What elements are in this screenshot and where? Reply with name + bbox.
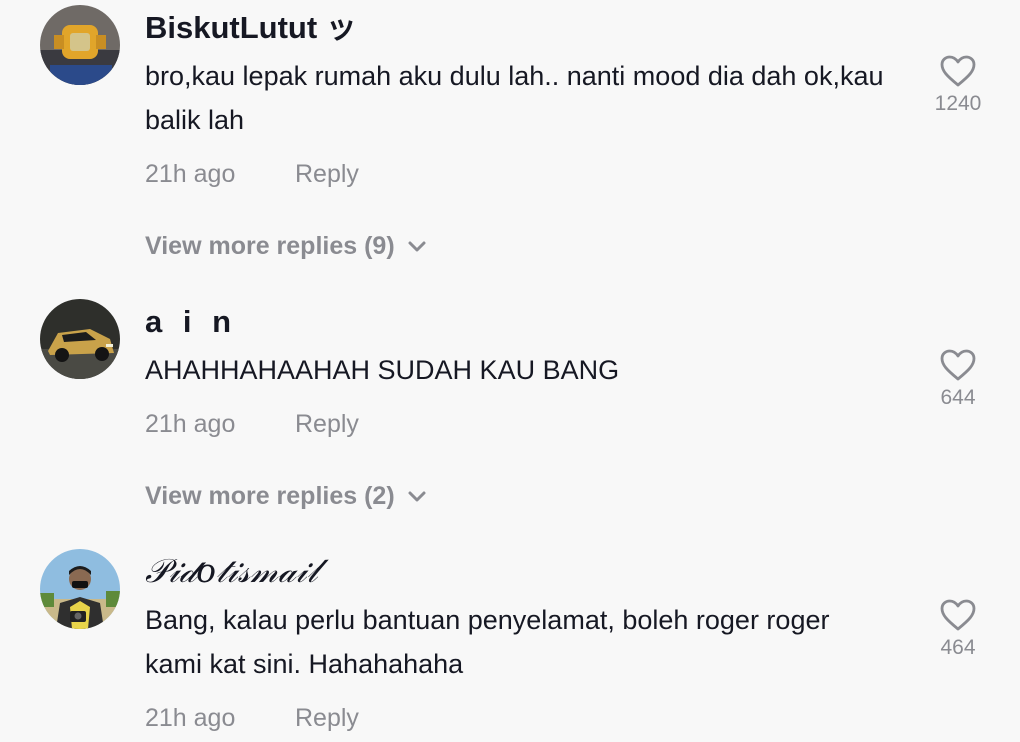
heart-icon xyxy=(940,599,976,631)
timestamp: 21h ago xyxy=(145,160,236,188)
username[interactable]: 𝒫𝒾𝒹𝑜𝓉𝒾𝓈𝓂𝒶𝒾𝓁 xyxy=(145,551,318,591)
view-more-replies-label: View more replies (2) xyxy=(145,482,395,510)
person-camera-avatar-icon xyxy=(40,549,120,629)
comment-list: BiskutLutut ッ bro,kau lepak rumah aku du… xyxy=(0,0,1020,742)
like-count: 464 xyxy=(940,636,976,659)
car-avatar-icon xyxy=(40,299,120,379)
chevron-down-icon xyxy=(408,241,426,252)
reply-button[interactable]: Reply xyxy=(295,160,359,188)
timestamp: 21h ago xyxy=(145,410,236,438)
avatar[interactable] xyxy=(40,5,120,85)
comment-meta: 21h ago Reply xyxy=(145,407,359,441)
username[interactable]: BiskutLutut ッ xyxy=(145,8,357,48)
view-more-replies-button[interactable]: View more replies (2) xyxy=(145,479,427,513)
reply-button[interactable]: Reply xyxy=(295,410,359,438)
timestamp: 21h ago xyxy=(145,704,236,732)
reply-button[interactable]: Reply xyxy=(295,704,359,732)
username[interactable]: a i n xyxy=(145,302,237,342)
view-more-replies-label: View more replies (9) xyxy=(145,232,395,260)
like-button[interactable]: 644 xyxy=(920,348,996,410)
avatar[interactable] xyxy=(40,549,120,629)
like-button[interactable]: 464 xyxy=(920,598,996,660)
like-count: 644 xyxy=(940,386,976,409)
like-count: 1240 xyxy=(934,92,982,115)
view-more-replies-button[interactable]: View more replies (9) xyxy=(145,229,427,263)
heart-icon xyxy=(940,55,976,87)
comment-text: bro,kau lepak rumah aku dulu lah.. nanti… xyxy=(145,61,884,135)
comment-meta: 21h ago Reply xyxy=(145,157,359,191)
comment-text: AHAHHAHAAHAH SUDAH KAU BANG xyxy=(145,355,620,385)
comment-meta: 21h ago Reply xyxy=(145,701,359,735)
comment-text: Bang, kalau perlu bantuan penyelamat, bo… xyxy=(145,605,830,679)
watch-avatar-icon xyxy=(40,5,120,85)
heart-icon xyxy=(940,349,976,381)
chevron-down-icon xyxy=(408,491,426,502)
like-button[interactable]: 1240 xyxy=(920,54,996,116)
avatar[interactable] xyxy=(40,299,120,379)
